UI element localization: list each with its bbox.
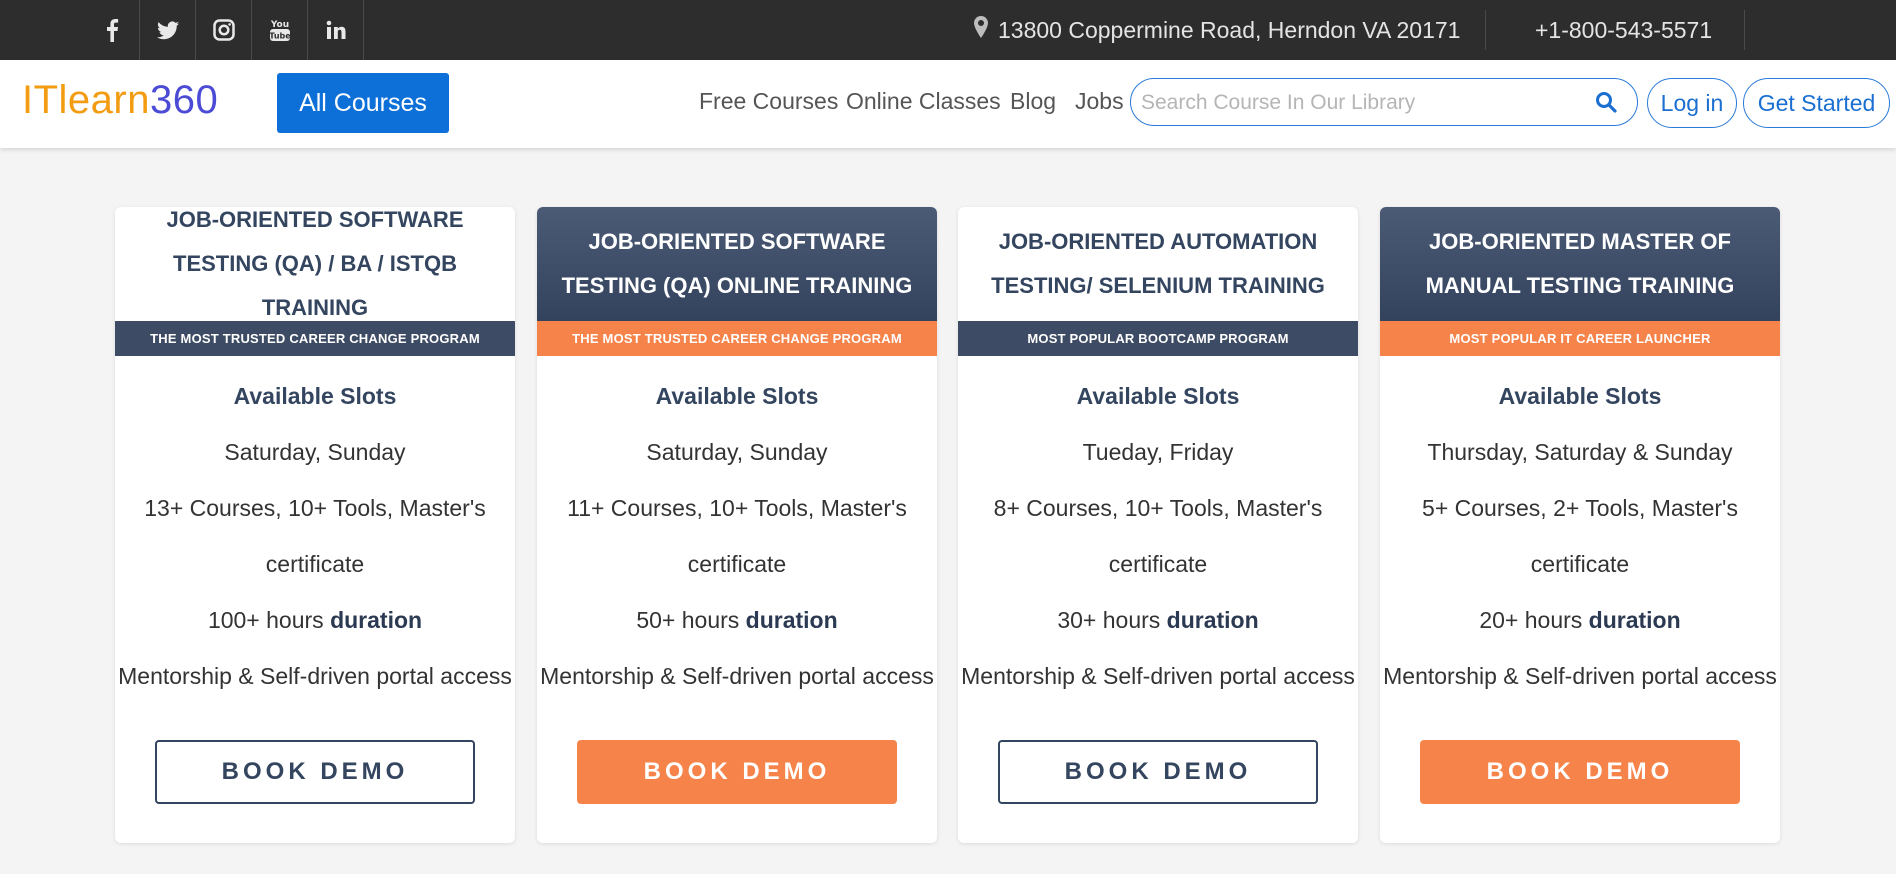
book-demo-button[interactable]: BOOK DEMO bbox=[155, 740, 475, 804]
course-access: Mentorship & Self-driven portal access bbox=[1383, 663, 1777, 689]
nav-link-free-courses[interactable]: Free Courses bbox=[699, 88, 838, 115]
logo-text-secondary: 360 bbox=[150, 78, 219, 122]
course-card: JOB-ORIENTED SOFTWARE TESTING (QA) ONLIN… bbox=[537, 207, 937, 843]
course-ribbon: MOST POPULAR IT CAREER LAUNCHER bbox=[1380, 321, 1780, 356]
course-card: JOB-ORIENTED SOFTWARE TESTING (QA) / BA … bbox=[115, 207, 515, 843]
book-demo-button[interactable]: BOOK DEMO bbox=[1420, 740, 1740, 804]
course-duration: 100+ hours duration bbox=[207, 607, 423, 633]
course-duration: 20+ hours duration bbox=[1479, 607, 1681, 633]
social-links: You Tube bbox=[84, 0, 364, 60]
slots-heading: Available Slots bbox=[1498, 383, 1662, 409]
course-title: JOB-ORIENTED SOFTWARE TESTING (QA) / BA … bbox=[166, 207, 464, 320]
linkedin-icon[interactable] bbox=[308, 0, 364, 60]
twitter-icon[interactable] bbox=[140, 0, 196, 60]
course-ribbon: MOST POPULAR BOOTCAMP PROGRAM bbox=[958, 321, 1358, 356]
address-text: 13800 Coppermine Road, Herndon VA 20171 bbox=[998, 16, 1461, 43]
course-title: JOB-ORIENTED MASTER OF MANUAL TESTING TR… bbox=[1380, 207, 1780, 321]
course-card: JOB-ORIENTED MASTER OF MANUAL TESTING TR… bbox=[1380, 207, 1780, 843]
get-started-button[interactable]: Get Started bbox=[1743, 78, 1890, 128]
svg-text:Tube: Tube bbox=[269, 32, 291, 41]
slots-heading: Available Slots bbox=[233, 383, 397, 409]
site-logo[interactable]: ITlearn360 bbox=[22, 78, 218, 123]
course-card: JOB-ORIENTED AUTOMATION TESTING/ SELENIU… bbox=[958, 207, 1358, 843]
search-input[interactable] bbox=[1139, 85, 1583, 121]
slot-days: Saturday, Sunday bbox=[224, 439, 406, 465]
course-features: 11+ Courses, 10+ Tools, Master's certifi… bbox=[567, 495, 907, 577]
slots-heading: Available Slots bbox=[1076, 383, 1240, 409]
courses-section: JOB-ORIENTED SOFTWARE TESTING (QA) / BA … bbox=[0, 148, 1896, 874]
nav-link-online-classes[interactable]: Online Classes bbox=[846, 88, 1001, 115]
slot-days: Tueday, Friday bbox=[1082, 439, 1234, 465]
course-title: JOB-ORIENTED SOFTWARE TESTING (QA) ONLIN… bbox=[537, 207, 937, 321]
course-duration: 50+ hours duration bbox=[636, 607, 838, 633]
search-box bbox=[1130, 78, 1638, 126]
instagram-icon[interactable] bbox=[196, 0, 252, 60]
login-button[interactable]: Log in bbox=[1647, 78, 1737, 128]
course-access: Mentorship & Self-driven portal access bbox=[961, 663, 1355, 689]
slot-days: Saturday, Sunday bbox=[646, 439, 828, 465]
divider bbox=[1485, 10, 1486, 50]
nav-link-blog[interactable]: Blog bbox=[1010, 88, 1056, 115]
youtube-icon[interactable]: You Tube bbox=[252, 0, 308, 60]
divider bbox=[1744, 10, 1745, 50]
course-features: 13+ Courses, 10+ Tools, Master's certifi… bbox=[144, 495, 486, 577]
course-features: 5+ Courses, 2+ Tools, Master's certifica… bbox=[1422, 495, 1738, 577]
top-bar: You Tube 13800 Coppermine Road, Herndon V… bbox=[0, 0, 1896, 60]
location-pin-icon bbox=[974, 16, 998, 44]
course-access: Mentorship & Self-driven portal access bbox=[118, 663, 512, 689]
svg-text:You: You bbox=[269, 20, 288, 30]
slot-days: Thursday, Saturday & Sunday bbox=[1427, 439, 1733, 465]
logo-text-primary: ITlearn bbox=[22, 78, 150, 122]
search-icon[interactable] bbox=[1595, 91, 1617, 118]
course-title: JOB-ORIENTED AUTOMATION TESTING/ SELENIU… bbox=[991, 229, 1325, 298]
address: 13800 Coppermine Road, Herndon VA 20171 bbox=[974, 0, 1460, 60]
book-demo-button[interactable]: BOOK DEMO bbox=[577, 740, 897, 804]
book-demo-button[interactable]: BOOK DEMO bbox=[998, 740, 1318, 804]
course-features: 8+ Courses, 10+ Tools, Master's certific… bbox=[993, 495, 1323, 577]
main-nav: ITlearn360 All Courses Free Courses Onli… bbox=[0, 60, 1896, 148]
phone-number[interactable]: +1-800-543-5571 bbox=[1535, 0, 1712, 60]
facebook-icon[interactable] bbox=[84, 0, 140, 60]
course-duration: 30+ hours duration bbox=[1057, 607, 1259, 633]
all-courses-button[interactable]: All Courses bbox=[277, 73, 449, 133]
course-ribbon: THE MOST TRUSTED CAREER CHANGE PROGRAM bbox=[537, 321, 937, 356]
course-access: Mentorship & Self-driven portal access bbox=[540, 663, 934, 689]
nav-link-jobs[interactable]: Jobs bbox=[1075, 88, 1124, 115]
slots-heading: Available Slots bbox=[655, 383, 819, 409]
